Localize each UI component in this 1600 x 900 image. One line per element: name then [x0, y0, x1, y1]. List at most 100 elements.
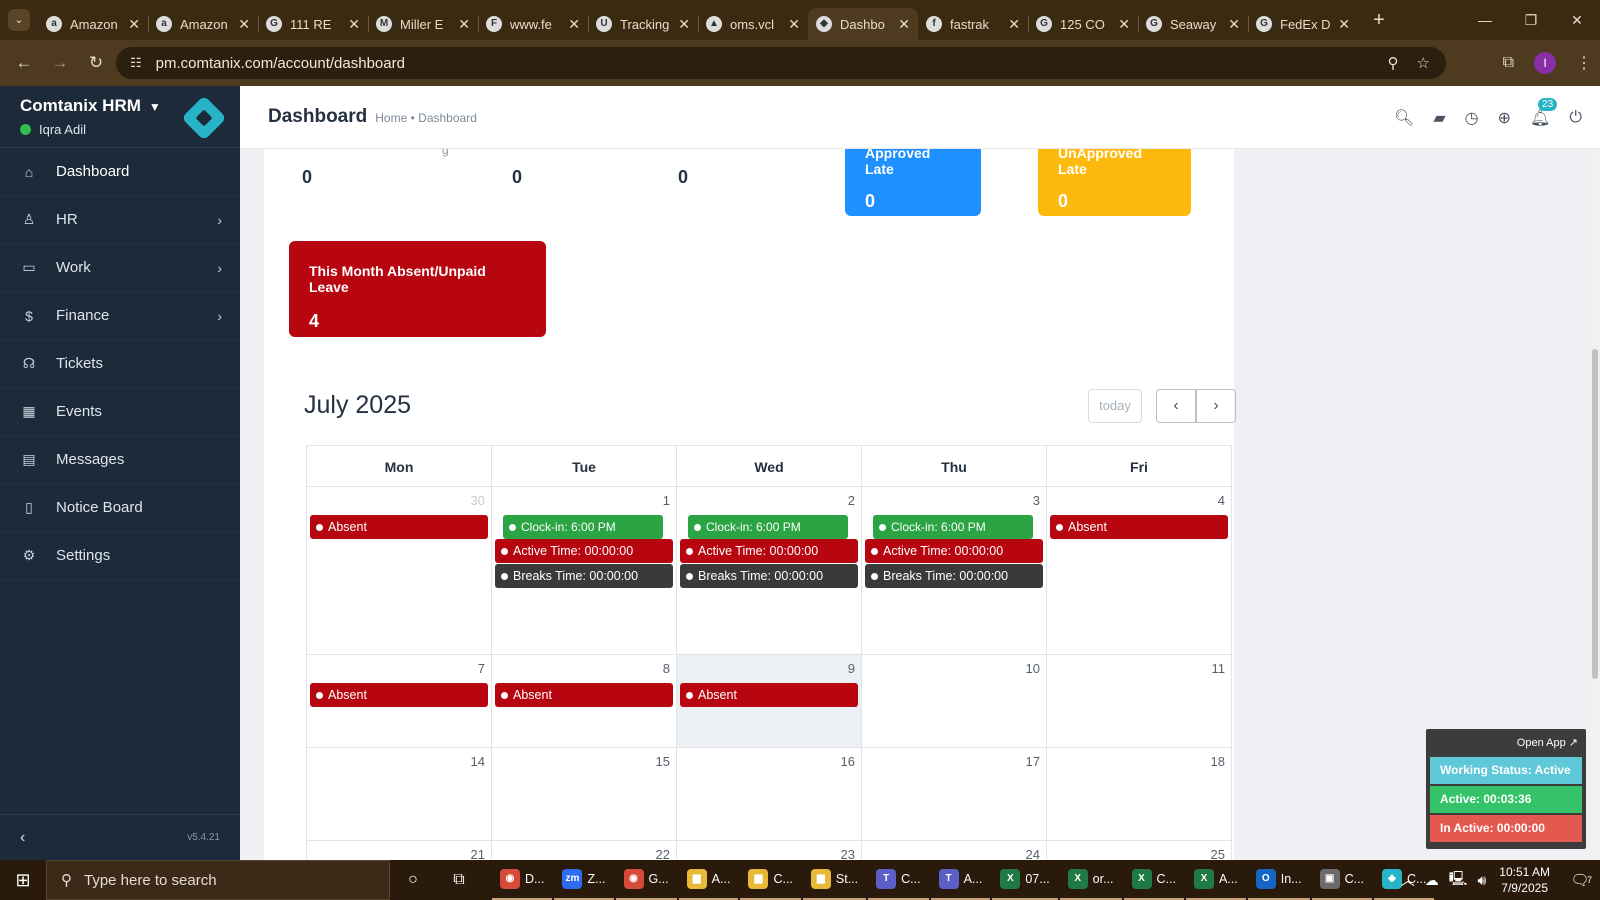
day-number[interactable]: 14: [310, 752, 488, 776]
close-icon[interactable]: ✕: [1338, 16, 1350, 33]
close-icon[interactable]: ✕: [238, 16, 250, 33]
calendar-day-cell[interactable]: 30 Absent: [307, 487, 492, 654]
browser-tab[interactable]: a Amazon ✕: [148, 8, 258, 40]
breadcrumb-home[interactable]: Home: [375, 111, 407, 125]
browser-tab[interactable]: U Tracking ✕: [588, 8, 698, 40]
onedrive-icon[interactable]: ☁: [1425, 872, 1439, 889]
close-icon[interactable]: ✕: [1118, 16, 1130, 33]
notification-center-icon[interactable]: 🗨︎ 7: [1560, 871, 1600, 889]
show-hidden-icons-icon[interactable]: ︿: [1401, 870, 1415, 890]
calendar-day-cell[interactable]: 22: [492, 841, 677, 860]
sidebar-item-events[interactable]: ▦ Events: [0, 388, 240, 436]
system-clock[interactable]: 10:51 AM 7/9/2025: [1499, 864, 1550, 896]
taskbar-search[interactable]: ⚲ Type here to search: [46, 860, 390, 900]
browser-tab[interactable]: G Seaway ✕: [1138, 8, 1248, 40]
close-icon[interactable]: ✕: [1228, 16, 1240, 33]
day-number[interactable]: 15: [495, 752, 673, 776]
day-number[interactable]: 11: [1050, 659, 1228, 683]
sidebar-item-tickets[interactable]: ☊ Tickets: [0, 340, 240, 388]
day-number[interactable]: 23: [680, 845, 858, 860]
calendar-event-active[interactable]: Active Time: 00:00:00: [680, 539, 858, 563]
close-icon[interactable]: ✕: [1008, 16, 1020, 33]
taskbar-app[interactable]: zm Z...: [554, 860, 614, 900]
browser-tab[interactable]: f fastrak ✕: [918, 8, 1028, 40]
collapse-sidebar-icon[interactable]: ‹: [20, 829, 25, 847]
day-number[interactable]: 2: [680, 491, 858, 515]
taskbar-app[interactable]: ◉ D...: [492, 860, 553, 900]
browser-tab[interactable]: G 125 CO ✕: [1028, 8, 1138, 40]
cortana-icon[interactable]: ○: [390, 860, 436, 900]
browser-tab[interactable]: ▲ oms.vcl ✕: [698, 8, 808, 40]
taskbar-app[interactable]: T C...: [868, 860, 929, 900]
day-number[interactable]: 25: [1050, 845, 1228, 860]
sidebar-item-work[interactable]: ▭ Work ›: [0, 244, 240, 292]
extensions-icon[interactable]: ⧉: [1503, 54, 1514, 72]
browser-tab[interactable]: a Amazon ✕: [38, 8, 148, 40]
calendar-day-cell[interactable]: 21: [307, 841, 492, 860]
day-number[interactable]: 4: [1050, 491, 1228, 515]
url-text[interactable]: pm.comtanix.com/account/dashboard: [156, 55, 405, 72]
taskbar-app[interactable]: ◉ G...: [615, 860, 677, 900]
close-window-button[interactable]: ✕: [1554, 0, 1600, 40]
site-info-icon[interactable]: ☷: [130, 55, 142, 71]
calendar-day-cell[interactable]: 2 Clock-in: 6:00 PM Active Time: 00:00:00 B…: [677, 487, 862, 654]
day-number[interactable]: 7: [310, 659, 488, 683]
power-icon[interactable]: ⏻: [1569, 109, 1582, 127]
calendar-day-cell[interactable]: 24: [862, 841, 1047, 860]
day-number[interactable]: 9: [680, 659, 858, 683]
calendar-day-cell[interactable]: 14: [307, 748, 492, 840]
calendar-event-active[interactable]: Active Time: 00:00:00: [865, 539, 1043, 563]
taskbar-app[interactable]: X 07...: [992, 860, 1058, 900]
close-icon[interactable]: ✕: [898, 16, 910, 33]
restore-button[interactable]: ❐: [1508, 0, 1554, 40]
bookmark-star-icon[interactable]: ☆: [1417, 54, 1430, 72]
calendar-event-clock[interactable]: Clock-in: 6:00 PM: [503, 515, 663, 539]
today-button[interactable]: today: [1088, 389, 1142, 423]
calendar-event-absent[interactable]: Absent: [310, 515, 488, 539]
calendar-day-cell[interactable]: 23: [677, 841, 862, 860]
scrollbar-thumb[interactable]: [1592, 349, 1598, 679]
brand-block[interactable]: Comtanix HRM ▼ Iqra Adil: [0, 86, 240, 148]
absent-leave-tile[interactable]: This Month Absent/Unpaid Leave 4: [289, 241, 546, 337]
forward-button[interactable]: →: [42, 53, 78, 73]
task-view-icon[interactable]: ⧉: [436, 860, 482, 900]
profile-avatar[interactable]: I: [1534, 52, 1556, 74]
calendar-day-cell[interactable]: 17: [862, 748, 1047, 840]
calendar-day-cell[interactable]: 15: [492, 748, 677, 840]
back-button[interactable]: ←: [6, 53, 42, 73]
sticky-note-icon[interactable]: ▰: [1433, 108, 1445, 128]
new-tab-button[interactable]: +: [1364, 9, 1394, 32]
network-icon[interactable]: 🖳︎: [1449, 868, 1468, 892]
bell-icon[interactable]: 🔔︎ 23: [1530, 97, 1558, 128]
search-icon[interactable]: 🔍︎: [1394, 108, 1414, 128]
calendar-day-cell[interactable]: 3 Clock-in: 6:00 PM Active Time: 00:00:00 B…: [862, 487, 1047, 654]
open-app-link[interactable]: Open App ↗: [1430, 733, 1582, 755]
calendar-day-cell[interactable]: 4 Absent: [1047, 487, 1231, 654]
calendar-prev-button[interactable]: ‹: [1156, 389, 1196, 423]
browser-tab[interactable]: Fwww.fe ✕: [478, 8, 588, 40]
day-number[interactable]: 30: [310, 491, 488, 515]
tab-search-button[interactable]: ⌄: [0, 0, 38, 40]
taskbar-app[interactable]: ▣ C...: [1311, 860, 1373, 900]
approved-late-tile[interactable]: Approved Late 0: [845, 149, 981, 216]
close-icon[interactable]: ✕: [678, 16, 690, 33]
calendar-event-active[interactable]: Active Time: 00:00:00: [495, 539, 673, 563]
day-number[interactable]: 22: [495, 845, 673, 860]
add-circle-icon[interactable]: ⊕: [1498, 108, 1511, 128]
taskbar-app[interactable]: X A...: [1185, 860, 1246, 900]
day-number[interactable]: 1: [495, 491, 673, 515]
browser-tab[interactable]: G 111 RE ✕: [258, 8, 368, 40]
close-icon[interactable]: ✕: [348, 16, 360, 33]
calendar-day-cell[interactable]: 8 Absent: [492, 655, 677, 747]
calendar-day-cell[interactable]: 11: [1047, 655, 1231, 747]
day-number[interactable]: 21: [310, 845, 488, 860]
calendar-day-cell[interactable]: 18: [1047, 748, 1231, 840]
close-icon[interactable]: ✕: [788, 16, 800, 33]
clock-icon[interactable]: ◷: [1465, 108, 1479, 128]
taskbar-app[interactable]: Xor...: [1059, 860, 1122, 900]
calendar-day-cell[interactable]: 10: [862, 655, 1047, 747]
calendar-day-cell[interactable]: 16: [677, 748, 862, 840]
calendar-next-button[interactable]: ›: [1196, 389, 1236, 423]
day-number[interactable]: 3: [865, 491, 1043, 515]
taskbar-app[interactable]: T A...: [930, 860, 991, 900]
